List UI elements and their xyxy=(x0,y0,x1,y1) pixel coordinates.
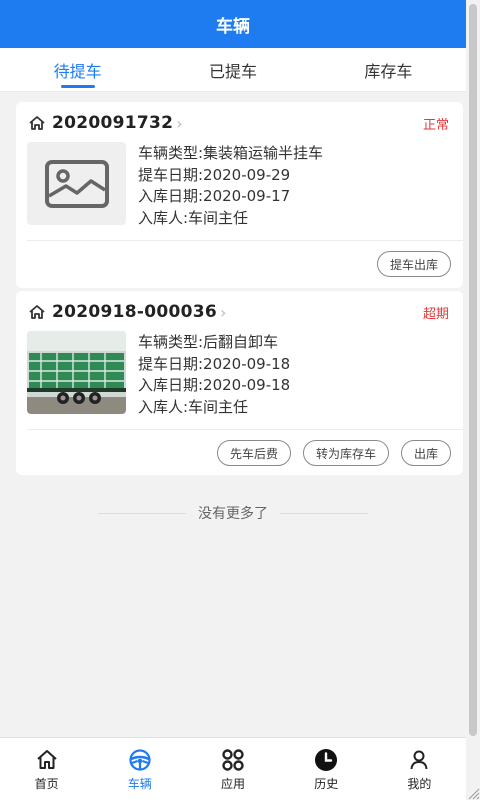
status-badge: 超期 xyxy=(422,307,449,322)
home-icon xyxy=(29,305,45,319)
card-actions: 提车出库 xyxy=(376,251,451,277)
vehicle-type: 车辆类型:集装箱运输半挂车 xyxy=(138,144,324,162)
home-icon xyxy=(36,750,57,769)
steering-wheel-icon xyxy=(129,749,151,771)
tabbar-item-history[interactable]: 历史 xyxy=(280,738,373,800)
tab-label: 待提车 xyxy=(53,61,102,81)
divider xyxy=(98,512,186,514)
divider xyxy=(27,429,463,430)
vehicle-type: 车辆类型:后翻自卸车 xyxy=(138,333,279,351)
card-header[interactable]: 2020091732 › xyxy=(28,112,183,134)
card-actions: 先车后费 转为库存车 出库 xyxy=(216,440,451,466)
vehicle-card[interactable]: 2020918-000036 › 超期 车辆类型:后翻自卸车 提车日期:2020… xyxy=(16,291,463,475)
vehicle-info: 车辆类型:后翻自卸车 提车日期:2020-09-18 入库日期:2020-09-… xyxy=(138,332,290,419)
pickup-checkout-button[interactable]: 提车出库 xyxy=(376,251,451,277)
tab-bar: 待提车 已提车 库存车 xyxy=(0,48,466,92)
tabbar-label: 首页 xyxy=(34,777,59,791)
truck-photo-image xyxy=(27,331,126,414)
checkout-button[interactable]: 出库 xyxy=(400,440,451,466)
divider xyxy=(27,240,463,241)
tabbar-label: 车辆 xyxy=(127,777,152,791)
vehicle-info: 车辆类型:集装箱运输半挂车 提车日期:2020-09-29 入库日期:2020-… xyxy=(138,143,323,230)
no-more-text: 没有更多了 xyxy=(198,506,268,522)
tab-picked-up[interactable]: 已提车 xyxy=(155,48,310,91)
vehicle-image-placeholder xyxy=(27,142,126,225)
image-placeholder-icon xyxy=(44,159,109,208)
clock-icon xyxy=(315,749,338,771)
vehicle-id: 2020091732 xyxy=(52,113,174,133)
tabbar-item-apps[interactable]: 应用 xyxy=(186,738,279,800)
convert-to-stock-button[interactable]: 转为库存车 xyxy=(302,440,389,466)
page-title: 车辆 xyxy=(216,16,250,37)
stock-in-date: 入库日期:2020-09-18 xyxy=(138,376,291,395)
chevron-right-icon: › xyxy=(220,302,227,322)
vehicle-id: 2020918-000036 xyxy=(52,302,218,322)
truck-photo xyxy=(27,331,126,414)
tabbar-item-profile[interactable]: 我的 xyxy=(373,738,466,800)
pickup-date: 提车日期:2020-09-18 xyxy=(138,354,291,373)
bottom-tab-bar: 首页 车辆 应用 历史 我的 xyxy=(0,737,466,800)
stock-in-person: 入库人:车间主任 xyxy=(138,209,249,228)
pickup-date: 提车日期:2020-09-29 xyxy=(138,165,291,184)
tabbar-label: 应用 xyxy=(221,777,246,791)
card-header[interactable]: 2020918-000036 › xyxy=(28,301,226,323)
vehicle-card[interactable]: 2020091732 › 正常 车辆类型:集装箱运输半挂车 提车日期:2020-… xyxy=(16,102,463,288)
home-icon xyxy=(29,116,45,130)
divider xyxy=(280,512,368,514)
no-more-indicator: 没有更多了 xyxy=(0,503,466,523)
chevron-right-icon: › xyxy=(176,113,183,133)
resize-handle-icon[interactable] xyxy=(466,786,480,800)
tab-label: 已提车 xyxy=(208,61,257,81)
tab-pending-pickup[interactable]: 待提车 xyxy=(0,48,155,91)
app-header: 车辆 xyxy=(0,0,466,48)
tabbar-item-vehicles[interactable]: 车辆 xyxy=(93,738,186,800)
apps-grid-icon xyxy=(222,749,244,771)
tab-in-stock[interactable]: 库存车 xyxy=(311,48,466,91)
tabbar-label: 我的 xyxy=(407,777,432,791)
tab-label: 库存车 xyxy=(364,61,413,81)
tabbar-item-home[interactable]: 首页 xyxy=(0,738,93,800)
vehicle-first-fee-later-button[interactable]: 先车后费 xyxy=(216,440,291,466)
status-badge: 正常 xyxy=(422,118,449,133)
stock-in-person: 入库人:车间主任 xyxy=(138,398,249,417)
tabbar-label: 历史 xyxy=(314,777,339,791)
scrollbar[interactable] xyxy=(469,4,477,736)
user-icon xyxy=(410,750,428,770)
stock-in-date: 入库日期:2020-09-17 xyxy=(138,187,291,206)
